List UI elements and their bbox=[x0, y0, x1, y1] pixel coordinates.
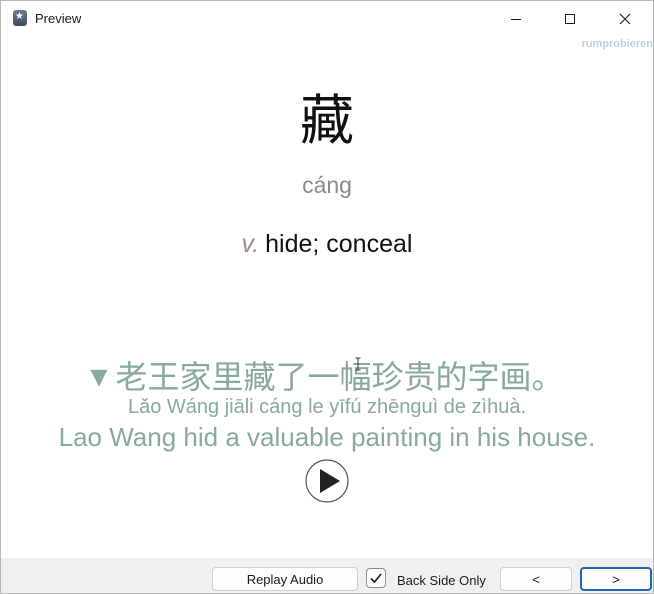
text-cursor-icon bbox=[355, 357, 361, 371]
window-title: Preview bbox=[35, 11, 82, 26]
back-side-only-checkbox[interactable] bbox=[366, 568, 386, 588]
bottom-toolbar: Replay Audio Back Side Only < > bbox=[1, 558, 653, 593]
minimize-icon bbox=[511, 18, 521, 20]
example-sentence-hanzi: 老王家里藏了一幅珍贵的字画。 bbox=[115, 358, 564, 396]
example-sentence-pinyin: Lǎo Wáng jiāli cáng le yīfú zhēnguì de z… bbox=[127, 396, 527, 418]
next-card-button[interactable]: > bbox=[580, 567, 652, 591]
triangle-down-icon[interactable]: ▼ bbox=[91, 365, 108, 390]
close-button[interactable] bbox=[602, 1, 648, 36]
card-hanzi: 藏 bbox=[300, 89, 354, 152]
example-sentence-english: Lao Wang hid a valuable painting in his … bbox=[58, 422, 596, 452]
card-pinyin: cáng bbox=[302, 172, 352, 198]
card-definition: hide; conceal bbox=[265, 230, 413, 258]
maximize-icon bbox=[565, 13, 575, 24]
part-of-speech: v. bbox=[241, 230, 260, 258]
back-side-only-label[interactable]: Back Side Only bbox=[397, 573, 486, 588]
card-definition-line: v. hide; conceal bbox=[1, 230, 653, 259]
preview-window: Preview rumprobieren 藏 cáng v.hide; conc… bbox=[0, 0, 654, 594]
maximize-button[interactable] bbox=[547, 1, 593, 36]
title-bar[interactable]: Preview bbox=[1, 1, 653, 36]
minimize-button[interactable] bbox=[493, 1, 539, 36]
anki-star-icon bbox=[13, 10, 27, 26]
close-icon bbox=[619, 13, 631, 24]
checkmark-icon bbox=[370, 573, 382, 584]
play-icon bbox=[305, 459, 349, 503]
replay-audio-button[interactable]: Replay Audio bbox=[212, 567, 358, 591]
example-sentence-line: ▼ 老王家里藏了一幅珍贵的字画。 bbox=[1, 352, 653, 398]
play-audio-button[interactable] bbox=[305, 459, 349, 503]
card-preview: 藏 cáng v. hide; conceal ▼ 老王家里藏了一幅珍贵的字画。 L… bbox=[1, 36, 653, 558]
previous-card-button[interactable]: < bbox=[500, 567, 572, 591]
